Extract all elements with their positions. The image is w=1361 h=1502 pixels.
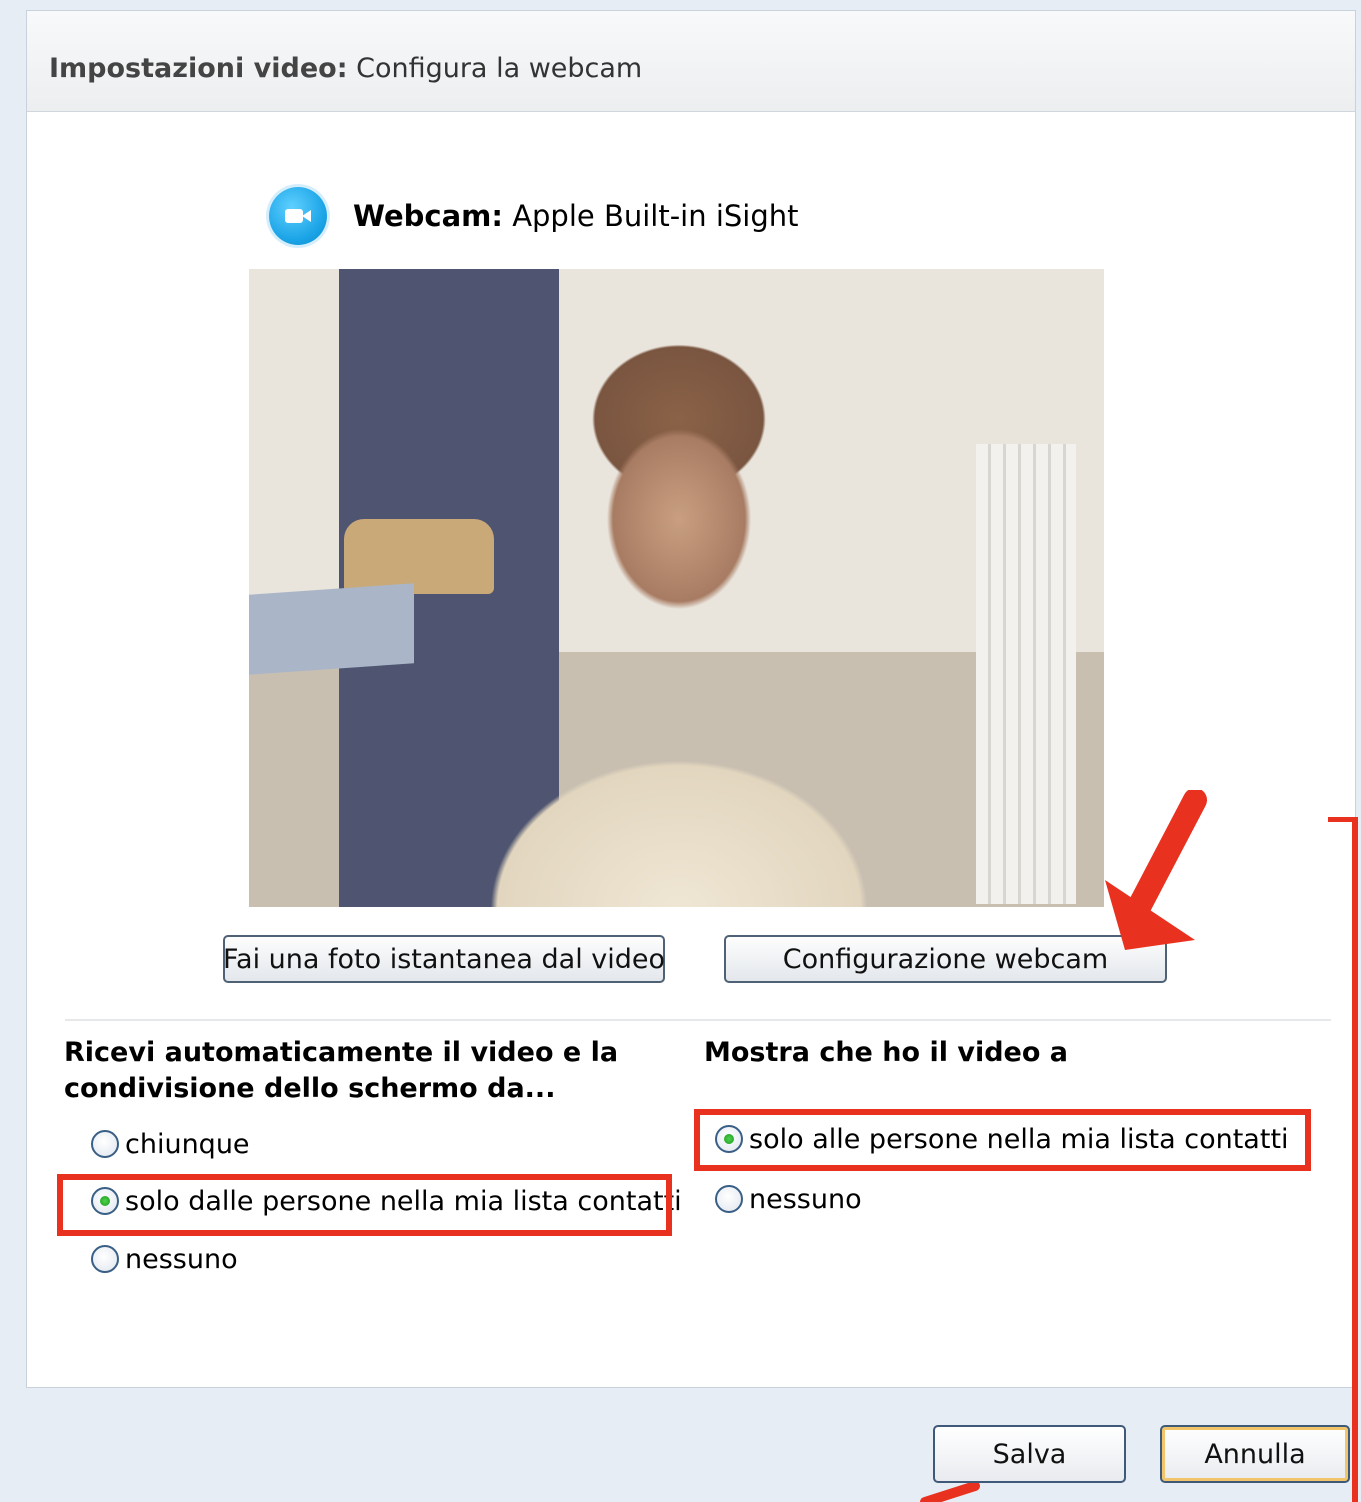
cancel-button[interactable]: Annulla: [1160, 1425, 1350, 1483]
webcam-device-name: Apple Built-in iSight: [512, 199, 799, 233]
receive-option-none[interactable]: nessuno: [91, 1239, 238, 1279]
radio-label: nessuno: [125, 1243, 238, 1275]
radio-label: chiunque: [125, 1128, 250, 1160]
radio-icon: [91, 1130, 119, 1158]
webcam-label: Webcam: Apple Built-in iSight: [353, 199, 799, 233]
show-section-title: Mostra che ho il video a: [704, 1037, 1069, 1068]
annotation-line: [1352, 817, 1358, 1502]
arrow-annotation-bottom: [920, 1481, 980, 1502]
highlight-show-contacts: [694, 1109, 1311, 1171]
radio-icon: [715, 1185, 743, 1213]
save-button[interactable]: Salva: [933, 1425, 1126, 1483]
radio-label: nessuno: [749, 1183, 862, 1215]
snapshot-button[interactable]: Fai una foto istantanea dal video: [223, 935, 665, 983]
page-title: Impostazioni video: Configura la webcam: [49, 53, 642, 84]
highlight-receive-contacts: [57, 1174, 672, 1236]
receive-option-anyone[interactable]: chiunque: [91, 1124, 250, 1164]
panel-header: Impostazioni video: Configura la webcam: [27, 11, 1355, 112]
arrow-annotation-icon: [1105, 790, 1207, 950]
video-camera-icon: [269, 187, 327, 245]
divider: [65, 1019, 1331, 1021]
title-bold: Impostazioni video:: [49, 53, 348, 84]
receive-section-title: Ricevi automaticamente il video e la con…: [64, 1037, 619, 1104]
webcam-preview: [249, 269, 1104, 907]
radio-icon: [91, 1245, 119, 1273]
webcam-label-key: Webcam:: [353, 199, 503, 233]
title-subtitle: Configura la webcam: [356, 53, 643, 84]
show-option-none[interactable]: nessuno: [715, 1179, 862, 1219]
